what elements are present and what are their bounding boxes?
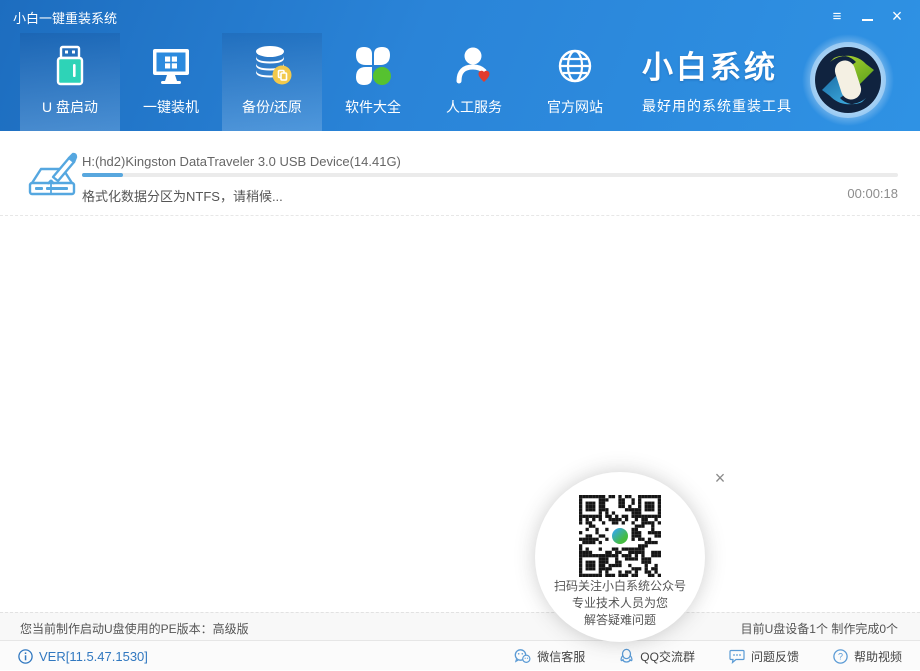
- footer-link-label: 帮助视频: [854, 648, 902, 665]
- nav-label: 软件大全: [345, 97, 401, 117]
- qr-popup-text: 扫码关注小白系统公众号 专业技术人员为您 解答疑难问题: [535, 578, 705, 629]
- task-device-label: H:(hd2)Kingston DataTraveler 3.0 USB Dev…: [82, 154, 401, 169]
- qr-center-logo: [610, 526, 630, 546]
- pe-version-status: 您当前制作启动U盘使用的PE版本：高级版: [20, 620, 249, 637]
- brand-tagline: 最好用的系统重装工具: [642, 96, 792, 116]
- task-progress-section: H:(hd2)Kingston DataTraveler 3.0 USB Dev…: [0, 131, 920, 216]
- task-status-text: 格式化数据分区为NTFS，请稍候...: [82, 186, 283, 205]
- nav-tab-official-website[interactable]: 官方网站: [525, 33, 625, 131]
- feedback-bubble-icon: [729, 649, 745, 664]
- footer-link-label: 微信客服: [537, 648, 585, 665]
- title-bar: 小白一键重装系统 ≡ ×: [0, 0, 920, 33]
- info-icon: [18, 649, 33, 664]
- support-person-heart-icon: [452, 44, 496, 88]
- qq-icon: [619, 648, 634, 664]
- usb-drive-icon: [48, 44, 92, 88]
- footer-link-label: 问题反馈: [751, 648, 799, 665]
- popup-close-icon[interactable]: ×: [710, 468, 730, 488]
- brand-block: 小白系统 最好用的系统重装工具: [642, 42, 792, 116]
- section-divider: [0, 215, 920, 216]
- brand-name: 小白系统: [642, 42, 792, 87]
- svg-text:?: ?: [838, 651, 843, 661]
- close-icon[interactable]: ×: [882, 0, 912, 33]
- app-header: 小白一键重装系统 ≡ × U 盘启动: [0, 0, 920, 131]
- usb-device-count-status: 目前U盘设备1个 制作完成0个: [741, 620, 898, 637]
- wechat-support-link[interactable]: 微信客服: [514, 648, 585, 665]
- backup-restore-disks-icon: [250, 44, 294, 88]
- minimize-icon[interactable]: [852, 0, 882, 33]
- monitor-install-icon: [149, 44, 193, 88]
- version-text: VER[11.5.47.1530]: [39, 649, 148, 664]
- nav-tab-one-key-install[interactable]: 一键装机: [121, 33, 221, 131]
- progress-bar-fill: [82, 173, 123, 177]
- qq-group-link[interactable]: QQ交流群: [619, 648, 695, 665]
- elapsed-time: 00:00:18: [847, 186, 898, 201]
- feedback-link[interactable]: 问题反馈: [729, 648, 799, 665]
- nav-tab-usb-boot[interactable]: U 盘启动: [20, 33, 120, 131]
- nav-tab-human-support[interactable]: 人工服务: [424, 33, 524, 131]
- nav-label: 人工服务: [446, 97, 502, 117]
- menu-icon[interactable]: ≡: [822, 0, 852, 33]
- version-info[interactable]: VER[11.5.47.1530]: [18, 641, 148, 671]
- footer-bar: VER[11.5.47.1530] 微信客服 QQ交流群: [0, 640, 920, 670]
- nav-tab-backup-restore[interactable]: 备份/还原: [222, 33, 322, 131]
- software-apps-icon: [351, 44, 395, 88]
- globe-website-icon: [553, 44, 597, 88]
- disk-write-icon: [24, 147, 78, 210]
- nav-label: 官方网站: [547, 97, 603, 117]
- nav-label: U 盘启动: [42, 97, 98, 117]
- recycle-arrows-logo: [800, 32, 896, 128]
- window-title: 小白一键重装系统: [13, 8, 117, 27]
- nav-label: 一键装机: [143, 97, 199, 117]
- nav-tab-software[interactable]: 软件大全: [323, 33, 423, 131]
- qr-popup-bubble: 扫码关注小白系统公众号 专业技术人员为您 解答疑难问题: [535, 472, 705, 642]
- nav-label: 备份/还原: [242, 97, 302, 117]
- help-video-link[interactable]: ? 帮助视频: [833, 648, 902, 665]
- progress-bar: [82, 173, 898, 177]
- help-video-icon: ?: [833, 649, 848, 664]
- footer-link-label: QQ交流群: [640, 648, 695, 665]
- main-nav: U 盘启动 一键装机: [20, 33, 626, 131]
- status-bar: 您当前制作启动U盘使用的PE版本：高级版 目前U盘设备1个 制作完成0个: [0, 612, 920, 640]
- wechat-icon: [514, 649, 531, 664]
